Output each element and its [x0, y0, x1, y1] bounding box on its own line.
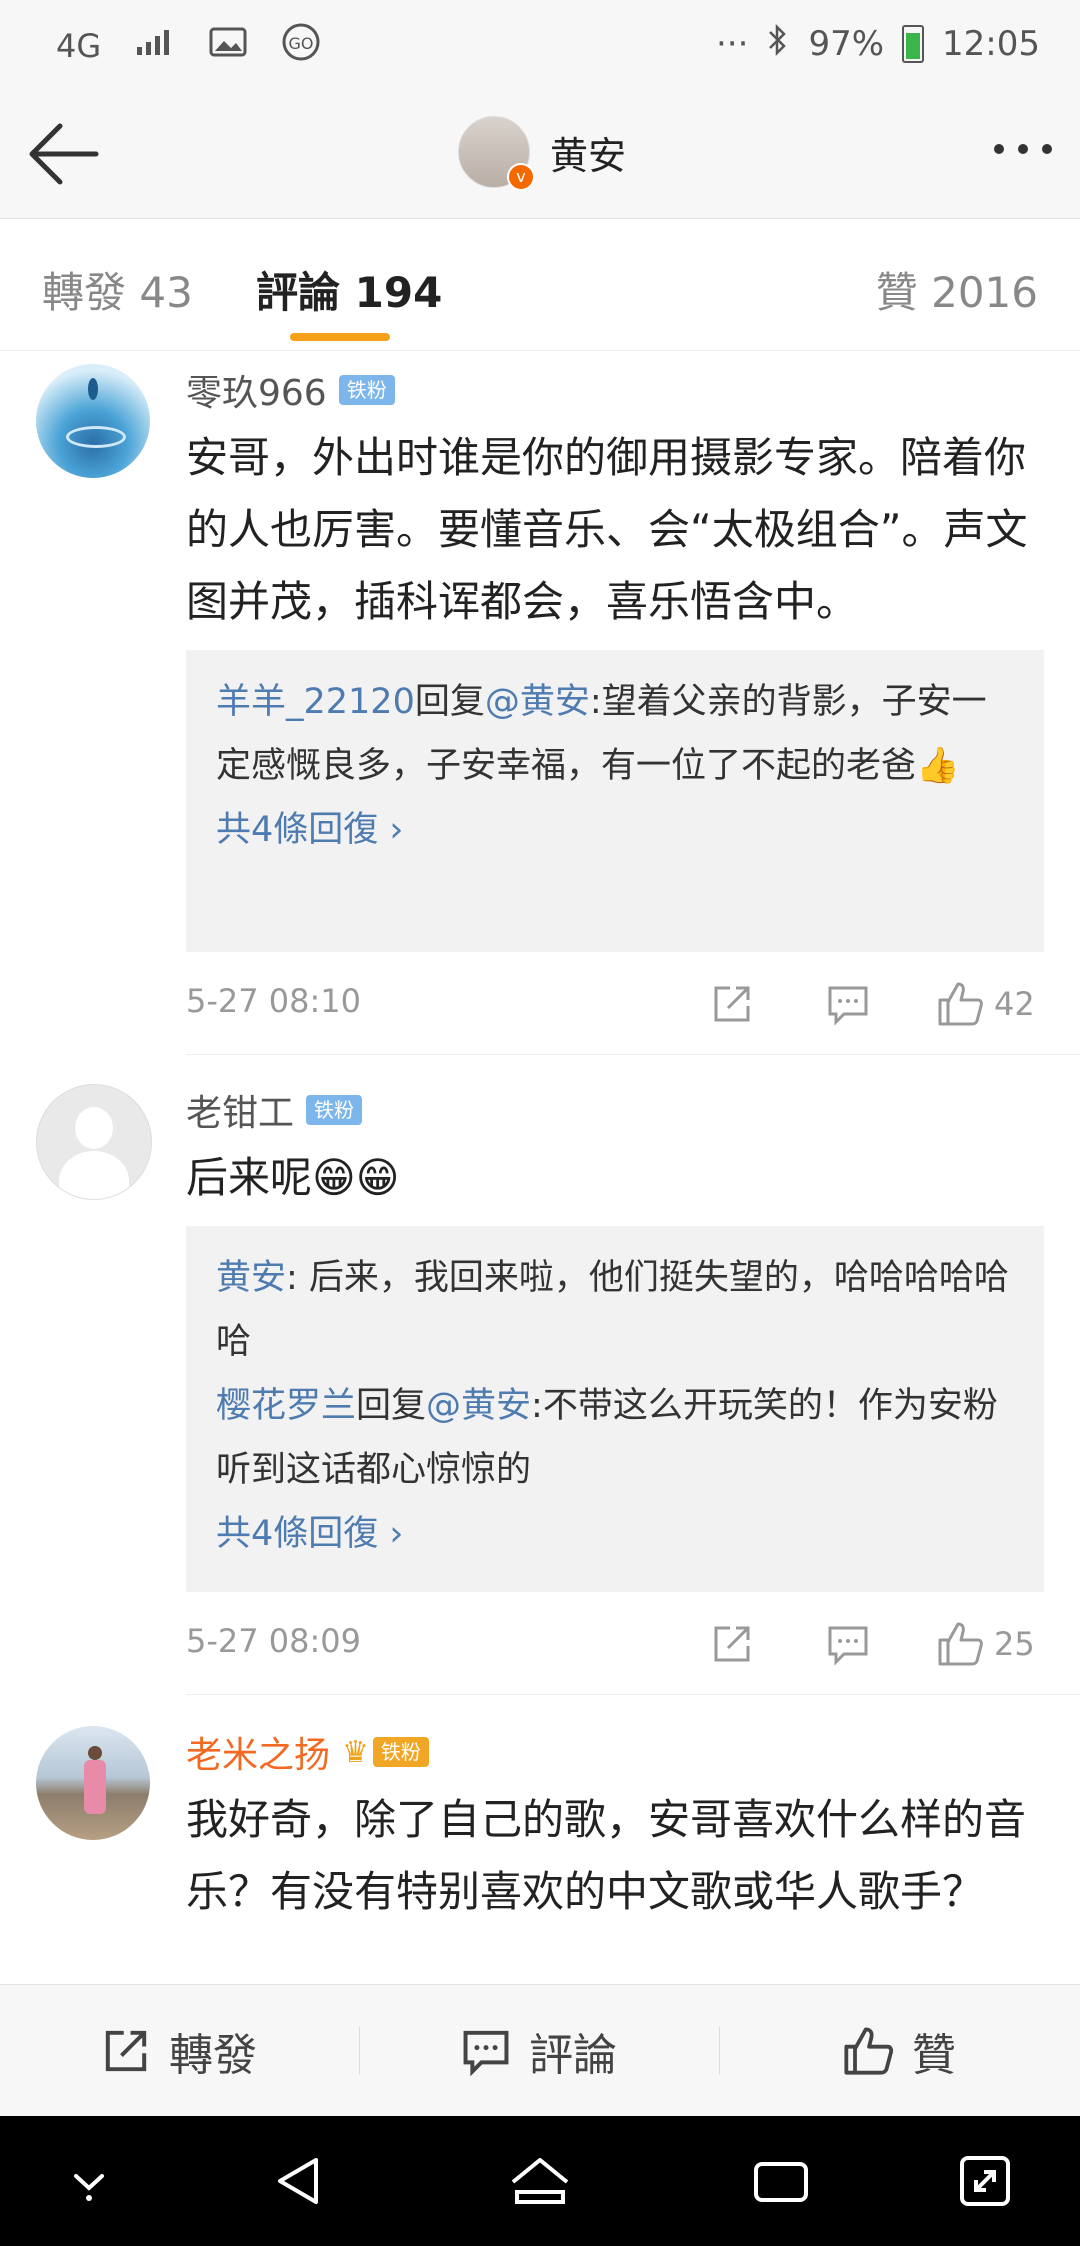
like-label: 贊	[912, 2030, 956, 2081]
repost-label: 轉發	[169, 2030, 257, 2081]
reply-verb: 回复	[356, 1386, 427, 1426]
crown-icon: ♛	[342, 1734, 369, 1770]
back-button[interactable]	[24, 118, 104, 190]
comment-icon	[828, 1626, 868, 1666]
divider	[186, 1054, 1080, 1055]
reply-mention[interactable]: @黄安	[485, 682, 590, 722]
nav-profile[interactable]: v 黄安	[458, 116, 627, 191]
thumbs-up-icon	[938, 1622, 983, 1666]
like-button[interactable]: 25	[936, 1614, 1035, 1674]
avatar[interactable]	[36, 1084, 152, 1200]
comment-time: 5-27 08:09	[186, 1622, 362, 1660]
more-dot-icon	[994, 144, 1004, 154]
reply-username[interactable]: 羊羊_22120	[216, 682, 415, 722]
reply-username[interactable]: 黄安	[216, 1258, 286, 1298]
tab-bar: 轉發 43 評論 194 贊 2016	[0, 219, 1080, 351]
status-bar: 4G GO ··· 97% 12:05	[0, 0, 1080, 90]
triangle-back-icon	[278, 2158, 318, 2204]
comment-username[interactable]: 老钳工 铁粉	[186, 1084, 363, 1136]
avatar[interactable]	[36, 1726, 150, 1840]
like-button[interactable]: 42	[936, 974, 1035, 1034]
tab-repost[interactable]: 轉發 43	[42, 259, 193, 320]
like-button[interactable]: 贊	[720, 1985, 1078, 2117]
recents-icon	[754, 2162, 808, 2202]
username-text[interactable]: 零玖966	[186, 364, 327, 416]
comment-time: 5-27 08:10	[186, 982, 362, 1020]
top-nav-bar: v 黄安	[0, 90, 1080, 219]
comment-icon	[828, 986, 868, 1026]
more-dot-icon	[1042, 144, 1052, 154]
tab-comments[interactable]: 評論 194	[256, 259, 442, 320]
reply-button[interactable]	[826, 974, 870, 1034]
bluetooth-icon	[766, 22, 790, 66]
reply-button[interactable]	[826, 1614, 870, 1674]
network-type: 4G	[56, 27, 102, 65]
back-arrow-icon	[29, 123, 99, 185]
like-count: 42	[994, 985, 1035, 1023]
more-dot-icon	[1018, 144, 1028, 154]
share-icon	[105, 2030, 147, 2072]
reply-box[interactable]: 黄安: 后来，我回来啦，他们挺失望的，哈哈哈哈哈哈 樱花罗兰回复@黄安:不带这么…	[186, 1226, 1044, 1592]
reply-content: : 后来，我回来啦，他们挺失望的，哈哈哈哈哈哈	[216, 1258, 1009, 1362]
comment-meta: 5-27 08:09 25	[186, 1614, 1044, 1674]
system-nav-bar	[0, 2116, 1080, 2246]
thumbs-up-icon	[844, 2027, 894, 2075]
more-status-icon: ···	[716, 24, 749, 64]
like-count: 25	[994, 1625, 1035, 1663]
divider	[186, 1694, 1080, 1695]
comment-text: 后来呢😁😁	[186, 1153, 400, 1202]
reply-mention[interactable]: @黄安	[426, 1386, 531, 1426]
comment-username[interactable]: 老米之扬 ♛ 铁粉	[186, 1726, 429, 1778]
username-text[interactable]: 老钳工	[186, 1084, 294, 1136]
battery-percent: 97%	[808, 24, 885, 64]
comment-meta: 5-27 08:10 42	[186, 974, 1044, 1034]
comment-text: 我好奇，除了自己的歌，安哥喜欢什么样的音乐？有没有特别喜欢的中文歌或华人歌手？	[186, 1795, 1027, 1916]
comment-text: 安哥，外出时谁是你的御用摄影专家。陪着你的人也厉害。要懂音乐、会“太极组合”。声…	[186, 433, 1028, 626]
nav-back-button[interactable]	[264, 2146, 334, 2216]
nav-recents-button[interactable]	[746, 2146, 816, 2216]
nav-hide-button[interactable]	[54, 2146, 124, 2216]
avatar[interactable]: v	[458, 116, 535, 191]
share-button[interactable]	[710, 974, 754, 1034]
share-icon	[714, 1626, 750, 1662]
page-title: 黄安	[550, 133, 627, 178]
clock: 12:05	[942, 24, 1040, 64]
image-icon	[209, 27, 247, 65]
bottom-action-bar: 轉發 評論 贊	[0, 1984, 1080, 2117]
comment-label: 評論	[529, 2030, 617, 2081]
reply-username[interactable]: 樱花罗兰	[216, 1386, 356, 1426]
svg-text:GO: GO	[289, 34, 314, 53]
comment-icon	[463, 2030, 509, 2076]
fan-badge: 铁粉	[338, 375, 395, 405]
more-options-button[interactable]	[994, 144, 1052, 154]
expand-icon	[960, 2156, 1010, 2206]
avatar[interactable]	[36, 364, 150, 478]
comment-username[interactable]: 零玖966 铁粉	[186, 364, 395, 416]
nav-home-button[interactable]	[505, 2146, 575, 2216]
more-replies-link[interactable]: 共4條回復 ›	[216, 1502, 1014, 1566]
reply-verb: 回复	[414, 682, 485, 722]
chevron-down-icon	[74, 2174, 104, 2201]
reply-line: 樱花罗兰回复@黄安:不带这么开玩笑的！作为安粉听到这话都心惊惊的	[216, 1374, 1014, 1502]
fan-badge: 铁粉	[372, 1737, 429, 1767]
active-tab-indicator	[290, 333, 390, 341]
share-icon	[714, 986, 750, 1022]
share-button[interactable]	[710, 1614, 754, 1674]
tab-likes[interactable]: 贊 2016	[876, 259, 1038, 320]
reply-box[interactable]: 羊羊_22120回复@黄安:望着父亲的背影，子安一定感慨良多，子安幸福，有一位了…	[186, 650, 1044, 952]
comment-button[interactable]: 評論	[360, 1985, 718, 2117]
signal-icon	[135, 27, 175, 65]
reply-line: 羊羊_22120回复@黄安:望着父亲的背影，子安一定感慨良多，子安幸福，有一位了…	[216, 670, 1014, 798]
username-text[interactable]: 老米之扬	[186, 1726, 330, 1778]
thumbs-up-icon	[938, 982, 983, 1026]
verified-icon: v	[507, 163, 535, 191]
home-icon	[511, 2158, 569, 2204]
reply-line: 黄安: 后来，我回来啦，他们挺失望的，哈哈哈哈哈哈	[216, 1246, 1014, 1374]
repost-button[interactable]: 轉發	[0, 1985, 358, 2117]
battery-icon	[902, 25, 925, 63]
go-icon: GO	[281, 22, 321, 70]
fan-badge: 铁粉	[306, 1095, 363, 1125]
more-replies-link[interactable]: 共4條回復 ›	[216, 798, 1014, 862]
nav-expand-button[interactable]	[950, 2146, 1020, 2216]
